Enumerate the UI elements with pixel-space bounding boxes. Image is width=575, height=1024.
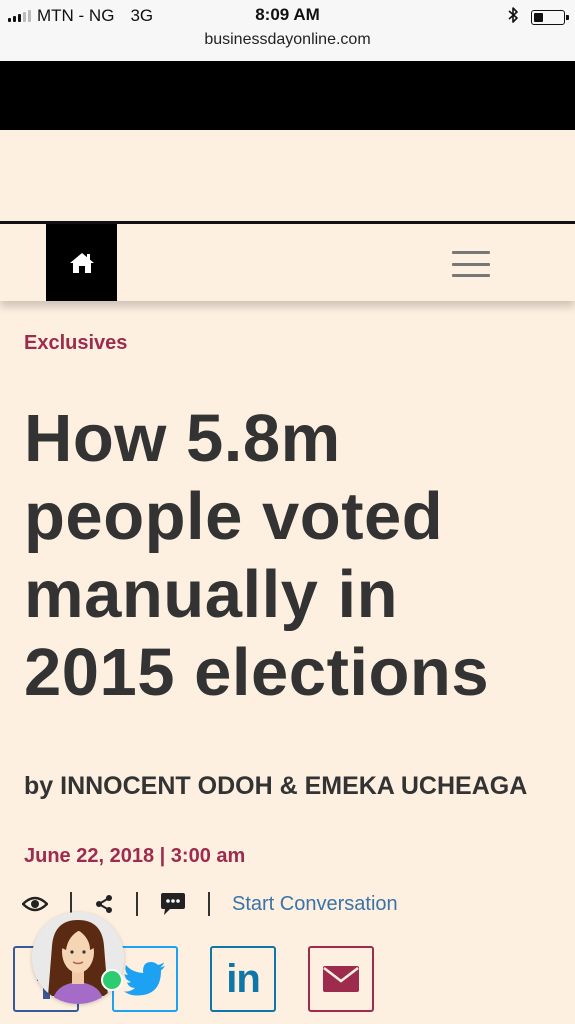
article-byline: by INNOCENT ODOH & EMEKA UCHEAGA: [24, 772, 528, 800]
hamburger-menu-icon[interactable]: [452, 251, 490, 277]
url-bar[interactable]: businessdayonline.com: [0, 31, 575, 49]
clock: 8:09 AM: [255, 5, 320, 24]
start-conversation-link[interactable]: Start Conversation: [232, 893, 398, 916]
linkedin-icon: in: [226, 956, 261, 1001]
status-bar: MTN - NG 3G 8:09 AM businessdayonline.co…: [0, 0, 575, 61]
online-status-indicator: [101, 969, 123, 991]
battery-icon: [531, 10, 569, 25]
linkedin-share-button[interactable]: in: [210, 946, 276, 1012]
home-icon: [69, 252, 94, 273]
divider: [208, 892, 210, 916]
divider: [136, 892, 138, 916]
battery-level: [534, 13, 544, 22]
article-date: June 22, 2018 | 3:00 am: [24, 845, 246, 867]
ad-space: [0, 130, 575, 221]
comment-icon[interactable]: [160, 888, 186, 920]
site-nav: [0, 221, 575, 301]
top-banner: [0, 61, 575, 130]
bluetooth-icon: [507, 6, 519, 29]
eye-icon: [22, 888, 48, 920]
article-headline: How 5.8m people voted manually in 2015 e…: [24, 401, 490, 710]
email-icon: [323, 966, 359, 992]
category-link[interactable]: Exclusives: [24, 332, 127, 355]
home-button[interactable]: [46, 224, 117, 301]
twitter-icon: [124, 962, 165, 996]
email-share-button[interactable]: [308, 946, 374, 1012]
